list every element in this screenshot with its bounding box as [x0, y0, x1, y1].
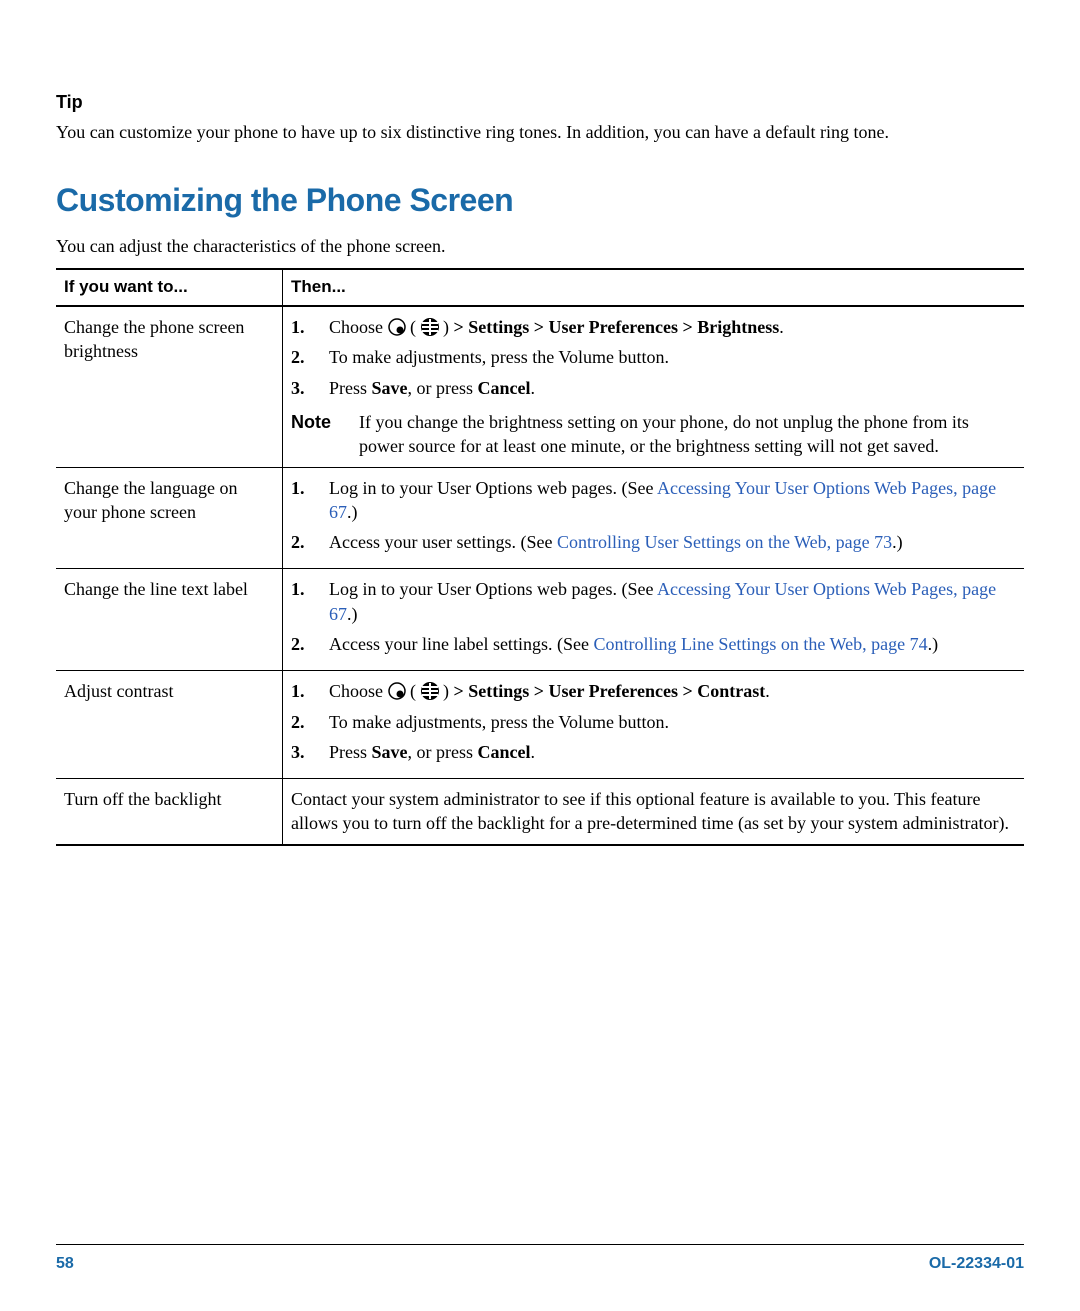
globe-icon — [421, 682, 439, 700]
row-body: Contact your system administrator to see… — [283, 779, 1025, 845]
step-item: Log in to your User Options web pages. (… — [319, 476, 1016, 525]
tip-body: You can customize your phone to have up … — [56, 120, 1024, 144]
table-row: Turn off the backlight Contact your syst… — [56, 779, 1024, 845]
table-row: Change the line text label Log in to you… — [56, 569, 1024, 671]
row-label: Change the line text label — [56, 569, 283, 671]
note-label: Note — [291, 410, 331, 434]
section-title: Customizing the Phone Screen — [56, 179, 1024, 222]
row-label: Change the phone screen brightness — [56, 306, 283, 467]
row-label: Change the language on your phone screen — [56, 467, 283, 569]
step-item: Log in to your User Options web pages. (… — [319, 577, 1016, 626]
step-item: Choose ( ) > Settings > User Preferences… — [319, 679, 1016, 703]
step-item: To make adjustments, press the Volume bu… — [319, 345, 1016, 369]
button-outline-icon — [388, 318, 406, 336]
xref-link[interactable]: Controlling Line Settings on the Web, pa… — [593, 634, 927, 654]
step-list: Log in to your User Options web pages. (… — [291, 476, 1016, 555]
note-block: Note If you change the brightness settin… — [291, 410, 1016, 459]
step-item: Press Save, or press Cancel. — [319, 740, 1016, 764]
col-header-left: If you want to... — [56, 269, 283, 306]
step-item: Press Save, or press Cancel. — [319, 376, 1016, 400]
customize-table: If you want to... Then... Change the pho… — [56, 268, 1024, 846]
doc-id: OL-22334-01 — [929, 1253, 1024, 1275]
page-number: 58 — [56, 1253, 74, 1275]
step-item: Choose ( ) > Settings > User Preferences… — [319, 315, 1016, 339]
step-list: Choose ( ) > Settings > User Preferences… — [291, 315, 1016, 400]
page-footer: 58 OL-22334-01 — [56, 1244, 1024, 1275]
table-row: Adjust contrast Choose ( ) > Settings > … — [56, 671, 1024, 779]
table-row: Change the phone screen brightness Choos… — [56, 306, 1024, 467]
step-item: Access your line label settings. (See Co… — [319, 632, 1016, 656]
tip-block: Tip You can customize your phone to have… — [56, 90, 1024, 145]
globe-icon — [421, 318, 439, 336]
step-item: Access your user settings. (See Controll… — [319, 530, 1016, 554]
step-list: Choose ( ) > Settings > User Preferences… — [291, 679, 1016, 764]
note-body: If you change the brightness setting on … — [359, 412, 969, 456]
section-intro: You can adjust the characteristics of th… — [56, 234, 1024, 258]
step-list: Log in to your User Options web pages. (… — [291, 577, 1016, 656]
button-outline-icon — [388, 682, 406, 700]
xref-link[interactable]: Controlling User Settings on the Web, pa… — [557, 532, 892, 552]
row-label: Turn off the backlight — [56, 779, 283, 845]
tip-label: Tip — [56, 90, 1024, 114]
table-row: Change the language on your phone screen… — [56, 467, 1024, 569]
step-item: To make adjustments, press the Volume bu… — [319, 710, 1016, 734]
col-header-right: Then... — [283, 269, 1025, 306]
row-label: Adjust contrast — [56, 671, 283, 779]
